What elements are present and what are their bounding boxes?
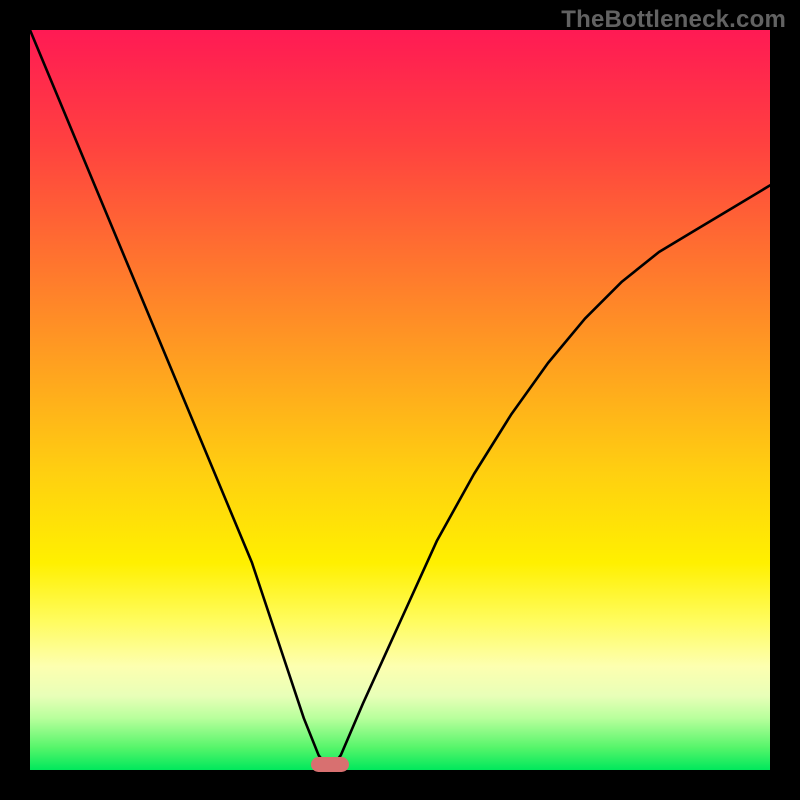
optimal-marker [311,757,349,772]
chart-frame: TheBottleneck.com [0,0,800,800]
plot-area [30,30,770,770]
watermark-text: TheBottleneck.com [561,6,786,34]
bottleneck-curve [30,30,770,770]
